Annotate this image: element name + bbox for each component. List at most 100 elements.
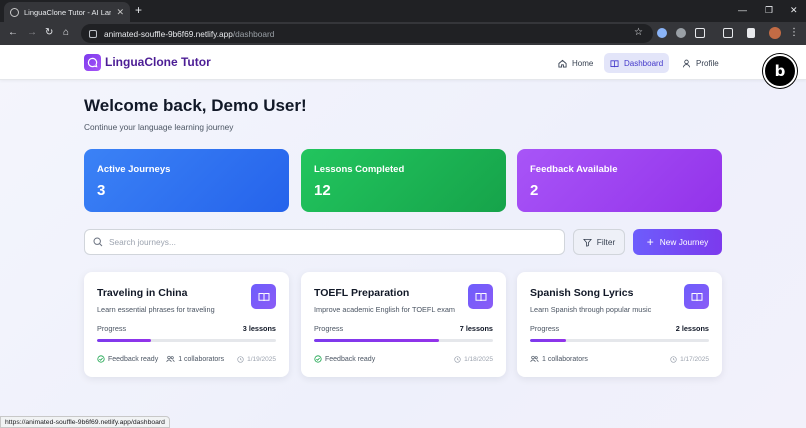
search-placeholder: Search journeys... <box>109 237 176 247</box>
maximize-icon[interactable]: ❐ <box>765 4 773 16</box>
stat-value: 12 <box>314 182 331 199</box>
nav-profile-label: Profile <box>696 58 719 68</box>
tab-title: LinguaClone Tutor - AI Language <box>24 7 112 17</box>
filter-button[interactable]: Filter <box>573 229 625 255</box>
journey-meta: Feedback ready 1 collaborators 1/19/2025 <box>97 354 276 364</box>
plus-icon: + <box>646 235 654 249</box>
book-open-icon[interactable] <box>468 284 493 309</box>
filter-button-label: Filter <box>596 237 616 247</box>
stat-card-feedback-available: Feedback Available 2 <box>517 149 722 212</box>
search-input[interactable]: Search journeys... <box>84 229 565 255</box>
new-tab-button[interactable]: + <box>135 3 142 17</box>
feedback-text: Feedback ready <box>325 355 376 363</box>
check-circle-icon <box>314 355 322 363</box>
back-icon[interactable]: ← <box>8 27 18 39</box>
nav-dashboard[interactable]: Dashboard <box>604 53 670 73</box>
browser-tab[interactable]: LinguaClone Tutor - AI Language ✕ <box>4 2 130 22</box>
feedback-text: Feedback ready <box>108 355 159 363</box>
browser-tab-bar: LinguaClone Tutor - AI Language ✕ + — ❐ … <box>0 0 806 22</box>
journey-card[interactable]: Spanish Song Lyrics Learn Spanish throug… <box>517 272 722 377</box>
new-journey-button[interactable]: + New Journey <box>633 229 722 255</box>
users-icon <box>530 355 539 363</box>
progress-label: Progress <box>530 324 560 333</box>
collaborators: 1 collaborators <box>530 355 588 363</box>
chat-bubble-logo-icon[interactable] <box>84 54 101 71</box>
journey-description: Learn Spanish through popular music <box>530 305 652 314</box>
collaborators: 1 collaborators <box>166 355 224 363</box>
page-title: Welcome back, Demo User! <box>84 96 307 115</box>
close-window-icon[interactable]: ✕ <box>790 4 798 16</box>
stat-label: Feedback Available <box>530 164 618 175</box>
nav-profile[interactable]: Profile <box>676 53 725 73</box>
close-tab-icon[interactable]: ✕ <box>116 7 124 17</box>
feedback-status: Feedback ready <box>314 355 375 363</box>
search-icon <box>93 237 103 247</box>
browser-profile-avatar[interactable] <box>769 27 781 39</box>
progress-label: Progress <box>97 324 127 333</box>
journey-card[interactable]: Traveling in China Learn essential phras… <box>84 272 289 377</box>
date-text: 1/19/2025 <box>247 355 276 363</box>
page-subtitle: Continue your language learning journey <box>84 122 234 132</box>
journey-card[interactable]: TOEFL Preparation Improve academic Engli… <box>301 272 506 377</box>
browser-toolbar: ← → ↻ ⌂ animated-souffle-9b6f69.netlify.… <box>0 22 806 45</box>
stat-value: 2 <box>530 182 539 199</box>
url-text: animated-souffle-9b6f69.netlify.app/dash… <box>104 28 275 39</box>
book-open-icon[interactable] <box>684 284 709 309</box>
stat-card-active-journeys: Active Journeys 3 <box>84 149 289 212</box>
app-navbar: LinguaClone Tutor Home Dashboard Profile <box>0 45 806 80</box>
status-bar-url: https://animated-souffle-9b6f69.netlify.… <box>0 416 170 428</box>
stat-value: 3 <box>97 182 106 199</box>
progress-fill <box>314 339 440 342</box>
journey-title: TOEFL Preparation <box>314 287 410 299</box>
user-icon <box>682 59 691 67</box>
book-icon <box>610 59 619 67</box>
extension-icon[interactable] <box>657 28 667 38</box>
stat-card-lessons-completed: Lessons Completed 12 <box>301 149 506 212</box>
clock-icon <box>670 355 677 363</box>
collaborators-text: 1 collaborators <box>178 355 225 363</box>
browser-menu-icon[interactable]: ⋮ <box>789 27 799 39</box>
extension-icon[interactable] <box>676 28 686 38</box>
forward-icon[interactable]: → <box>27 27 37 39</box>
book-open-icon[interactable] <box>251 284 276 309</box>
downloads-icon[interactable] <box>747 28 755 38</box>
feedback-status: Feedback ready <box>97 355 158 363</box>
journey-date: 1/17/2025 <box>670 356 709 363</box>
new-journey-label: New Journey <box>659 237 709 247</box>
filter-icon <box>582 238 592 247</box>
home-icon[interactable]: ⌂ <box>63 27 69 39</box>
users-icon <box>166 355 175 363</box>
address-bar[interactable]: animated-souffle-9b6f69.netlify.app/dash… <box>81 24 653 43</box>
app-logo-text[interactable]: LinguaClone Tutor <box>105 55 211 69</box>
cast-icon[interactable] <box>723 28 733 38</box>
clock-icon <box>237 355 244 363</box>
b-logo-badge: b <box>763 54 797 88</box>
nav-home-label: Home <box>572 58 594 68</box>
stat-label: Lessons Completed <box>314 164 405 175</box>
date-text: 1/17/2025 <box>680 355 709 363</box>
journey-date: 1/18/2025 <box>454 356 493 363</box>
journey-meta: 1 collaborators 1/17/2025 <box>530 354 709 364</box>
reload-icon[interactable]: ↻ <box>45 27 53 39</box>
progress-fill <box>530 339 566 342</box>
progress-bar <box>530 339 709 342</box>
journey-date: 1/19/2025 <box>237 356 276 363</box>
progress-bar <box>314 339 493 342</box>
lessons-count: 7 lessons <box>459 324 493 333</box>
collaborators-text: 1 collaborators <box>542 355 588 363</box>
nav-home[interactable]: Home <box>552 53 599 73</box>
journey-title: Traveling in China <box>97 287 188 299</box>
journey-meta: Feedback ready 1/18/2025 <box>314 354 493 364</box>
home-icon <box>558 59 567 68</box>
site-info-icon[interactable] <box>89 29 97 38</box>
check-circle-icon <box>97 355 105 363</box>
globe-icon <box>10 7 19 17</box>
extensions-puzzle-icon[interactable] <box>695 28 705 38</box>
nav-dashboard-label: Dashboard <box>624 58 664 68</box>
progress-label: Progress <box>314 324 344 333</box>
clock-icon <box>454 355 461 363</box>
minimize-icon[interactable]: — <box>738 4 747 16</box>
journey-description: Improve academic English for TOEFL exam <box>314 305 455 314</box>
bookmark-star-icon[interactable]: ☆ <box>634 27 643 39</box>
progress-bar <box>97 339 276 342</box>
